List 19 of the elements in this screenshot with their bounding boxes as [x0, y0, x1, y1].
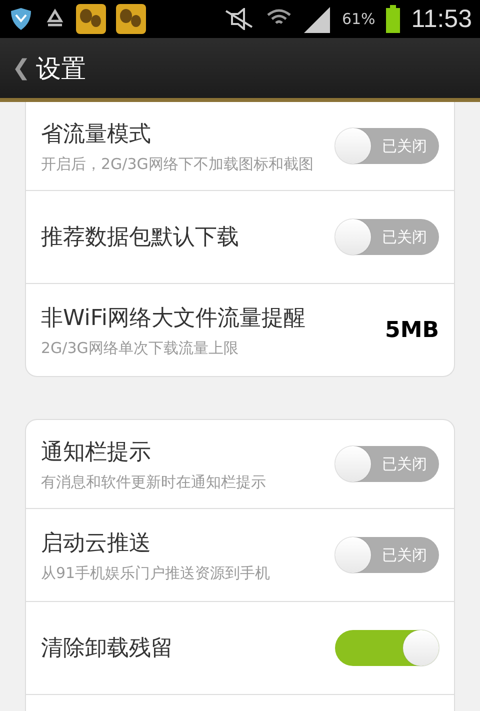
page-title: 设置 — [36, 52, 86, 84]
battery-percentage: 61% — [342, 10, 376, 28]
toggle-switch[interactable]: 已关闭 — [335, 537, 439, 573]
toggle-switch[interactable]: 已关闭 — [335, 128, 439, 164]
setting-value: 5MB — [385, 318, 439, 342]
setting-description: 2G/3G网络单次下载流量上限 — [41, 338, 240, 358]
setting-title: 清除卸载残留 — [41, 635, 174, 663]
setting-description: 有消息和软件更新时在通知栏提示 — [41, 472, 267, 492]
setting-title: 非WiFi网络大文件流量提醒 — [41, 304, 307, 332]
toggle-switch[interactable]: 已关闭 — [335, 446, 439, 482]
toggle-switch[interactable]: 已关闭 — [335, 219, 439, 255]
setting-description: 从91手机娱乐门户推送资源到手机 — [41, 564, 272, 582]
setting-title: 推荐数据包默认下载 — [41, 224, 240, 252]
setting-title: 启动云推送 — [41, 530, 152, 558]
setting-description: 开启后，2G/3G网络下不加载图标和截图 — [41, 154, 314, 174]
setting-title: 通知栏提示 — [41, 438, 152, 466]
back-button[interactable]: ❮ — [12, 55, 30, 81]
clock: 11:53 — [411, 4, 472, 34]
setting-title: 省流量模式 — [41, 120, 152, 148]
